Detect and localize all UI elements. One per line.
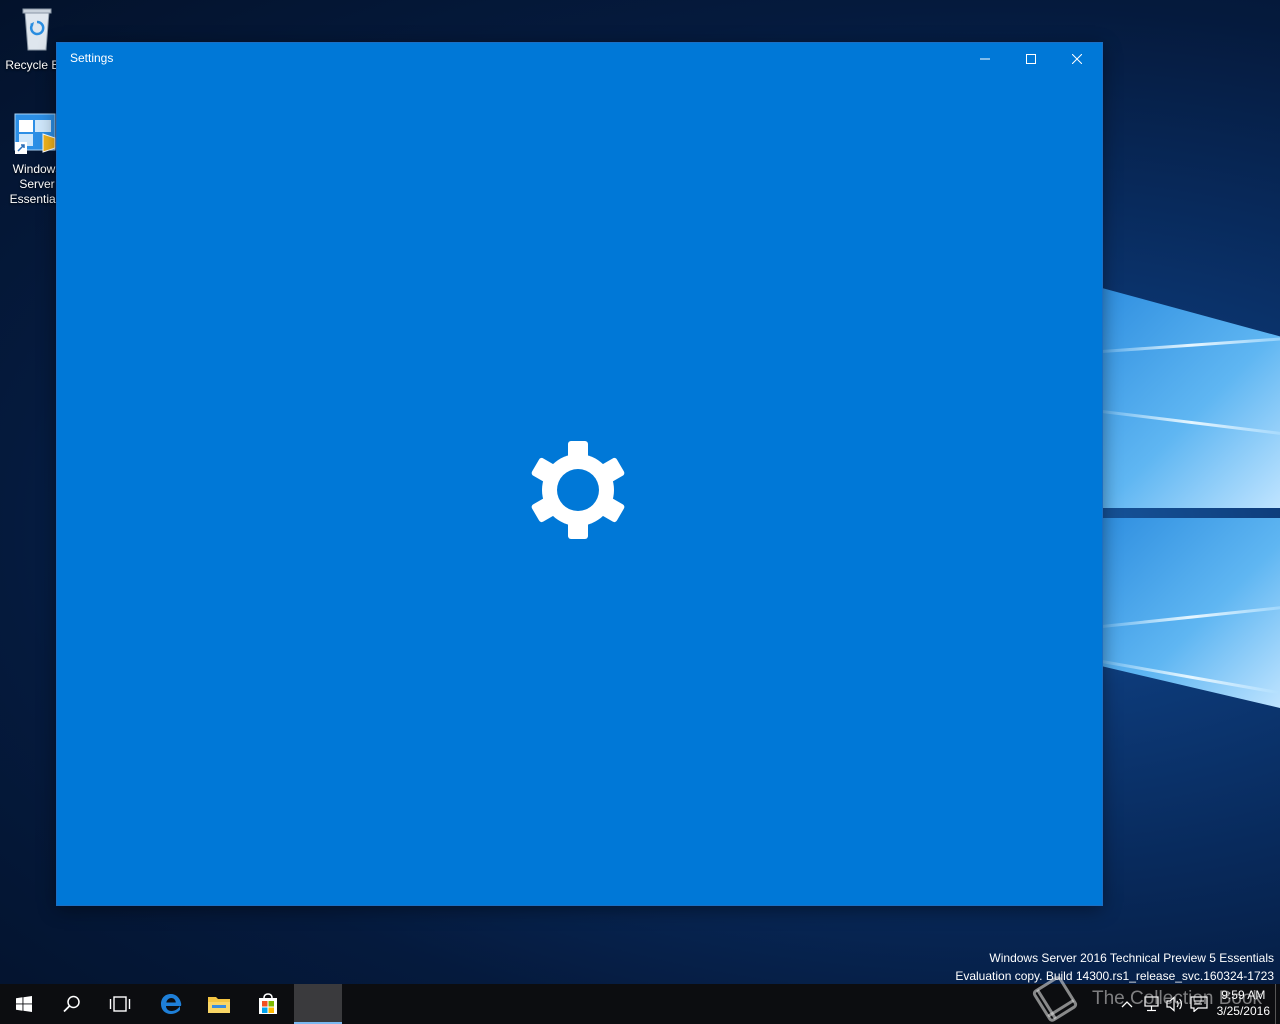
taskbar: 9:59 AM 3/25/2016 [0, 984, 1280, 1024]
server-dashboard-icon [14, 113, 56, 154]
window-title: Settings [70, 51, 114, 65]
volume-icon [1166, 996, 1182, 1012]
search-button[interactable] [48, 984, 96, 1024]
edge-button[interactable] [147, 984, 195, 1024]
settings-taskbar-button[interactable] [294, 984, 342, 1024]
gear-icon [531, 441, 625, 539]
task-view-icon [109, 996, 131, 1012]
folder-icon [208, 997, 230, 1013]
search-icon [63, 995, 80, 1013]
windows-logo-pane-bottom [1102, 518, 1280, 708]
desktop: Recycle Bin Windows Server Essentials Se… [0, 0, 1280, 1024]
maximize-button[interactable] [1008, 43, 1054, 75]
network-icon [1144, 996, 1159, 1012]
store-icon [259, 993, 277, 1014]
recycle-bin-icon [22, 8, 52, 51]
show-hidden-icons-button[interactable] [1117, 994, 1137, 1014]
watermark-line-build: Evaluation copy. Build 14300.rs1_release… [955, 969, 1274, 983]
settings-window[interactable]: Settings [57, 43, 1102, 905]
minimize-button[interactable] [962, 43, 1008, 75]
watermark-line-edition: Windows Server 2016 Technical Preview 5 … [989, 951, 1274, 965]
action-center-icon [1190, 996, 1208, 1012]
file-explorer-button[interactable] [195, 984, 243, 1024]
settings-app-icon [310, 996, 326, 1012]
chevron-up-icon [1121, 1001, 1133, 1008]
close-icon [1072, 54, 1082, 64]
show-desktop-button[interactable] [1275, 984, 1280, 1024]
close-button[interactable] [1054, 43, 1100, 75]
task-view-button[interactable] [96, 984, 144, 1024]
build-watermark: Windows Server 2016 Technical Preview 5 … [955, 949, 1274, 985]
clock-time: 9:59 AM [1221, 988, 1266, 1002]
windows-logo-pane-top [1102, 288, 1280, 508]
clock-date: 3/25/2016 [1216, 1004, 1270, 1018]
store-button[interactable] [244, 984, 292, 1024]
action-center-button[interactable] [1189, 994, 1209, 1014]
start-button[interactable] [0, 984, 48, 1024]
clock[interactable]: 9:59 AM 3/25/2016 [1217, 987, 1270, 1019]
volume-button[interactable] [1165, 994, 1185, 1014]
edge-icon [161, 994, 182, 1014]
maximize-icon [1026, 54, 1036, 64]
minimize-icon [980, 58, 990, 60]
network-button[interactable] [1141, 994, 1161, 1014]
windows-start-icon [16, 996, 32, 1012]
title-bar[interactable]: Settings [57, 43, 1102, 75]
